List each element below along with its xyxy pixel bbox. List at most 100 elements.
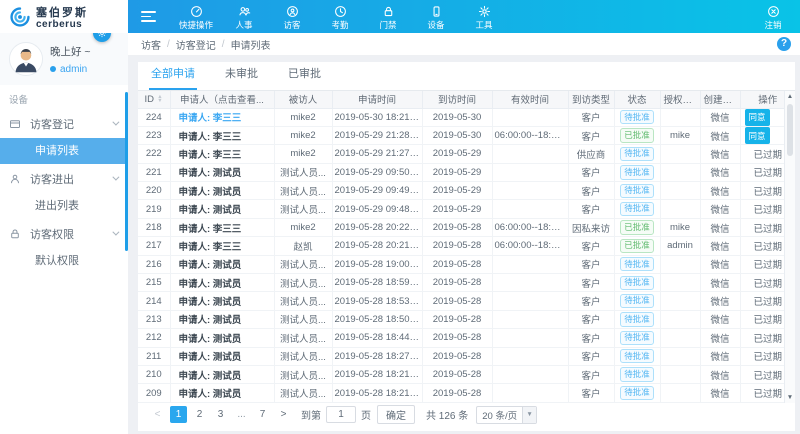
breadcrumb-item-1[interactable]: 访客 [141, 37, 161, 52]
cell-applicant[interactable]: 申请人: 测试员 [170, 274, 274, 292]
sidebar-subitem-申请列表[interactable]: 申请列表 [0, 138, 128, 164]
avatar[interactable] [9, 42, 43, 76]
column-header-8[interactable]: 状态 [614, 91, 660, 108]
cell-apply-time: 2019-05-28 18:50:07 [332, 310, 422, 328]
breadcrumb-item-2[interactable]: 访客登记 [176, 37, 216, 52]
cell-apply-time: 2019-05-28 19:00:12 [332, 255, 422, 273]
prev-page-button[interactable]: < [149, 406, 166, 423]
cell-visitee: mike2 [274, 126, 332, 144]
cell-applicant[interactable]: 申请人: 李三三 [170, 108, 274, 126]
scrollbar-thumb[interactable] [787, 104, 793, 156]
cell-applicant[interactable]: 申请人: 李三三 [170, 218, 274, 236]
nav-item-门禁[interactable]: 门禁 [364, 3, 412, 31]
cell-visit-type: 客户 [568, 255, 614, 273]
cell-status: 已批准 [614, 218, 660, 236]
column-header-6[interactable]: 有效时间 [492, 91, 568, 108]
cell-applicant[interactable]: 申请人: 测试员 [170, 347, 274, 365]
column-header-2[interactable]: 申请人（点击查看... [170, 91, 274, 108]
chevron-down-icon [112, 229, 119, 236]
nav-item-工具[interactable]: 工具 [460, 3, 508, 31]
cell-auth-account [660, 182, 700, 200]
cell-applicant[interactable]: 申请人: 李三三 [170, 237, 274, 255]
cell-visit-time: 2019-05-28 [422, 237, 492, 255]
column-header-3[interactable]: 被访人 [274, 91, 332, 108]
table-row: 224申请人: 李三三mike22019-05-30 18:21:052019-… [138, 108, 795, 126]
page-button-2[interactable]: 2 [191, 406, 208, 423]
sidebar-subitem-进出列表[interactable]: 进出列表 [0, 193, 128, 219]
cell-status: 待批准 [614, 274, 660, 292]
cell-applicant[interactable]: 申请人: 测试员 [170, 310, 274, 328]
tab-全部申请[interactable]: 全部申请 [149, 65, 197, 90]
page-button-7[interactable]: 7 [254, 406, 271, 423]
sort-icon[interactable]: ▲▼ [157, 95, 163, 103]
cell-create-method: 微信 [700, 163, 740, 181]
cell-applicant[interactable]: 申请人: 测试员 [170, 182, 274, 200]
cell-apply-time: 2019-05-28 18:59:08 [332, 274, 422, 292]
sidebar-subitem-默认权限[interactable]: 默认权限 [0, 248, 128, 274]
cell-applicant[interactable]: 申请人: 李三三 [170, 126, 274, 144]
help-icon[interactable]: ? [777, 37, 791, 51]
page-button-1[interactable]: 1 [170, 406, 187, 423]
cell-visitee: 测试人员... [274, 182, 332, 200]
cell-applicant[interactable]: 申请人: 测试员 [170, 200, 274, 218]
brand-name-cn: 塞伯罗斯 [36, 4, 88, 20]
cell-auth-account [660, 108, 700, 126]
cell-id: 221 [138, 163, 170, 181]
next-page-button[interactable]: > [275, 406, 292, 423]
cell-valid-time: 06:00:00--18:00:00 [492, 237, 568, 255]
column-header-9[interactable]: 授权账户 [660, 91, 700, 108]
sidebar-item-访客权限[interactable]: 访客权限 [0, 219, 128, 248]
sidebar-item-访客登记[interactable]: 访客登记 [0, 109, 128, 138]
page-size-select[interactable]: 20 条/页 ▼ [476, 406, 537, 424]
page-button-3[interactable]: 3 [212, 406, 229, 423]
gauge-icon [190, 5, 203, 18]
scroll-down-icon[interactable]: ▼ [785, 394, 795, 401]
clock-icon [334, 5, 347, 18]
column-header-1[interactable]: ID▲▼ [138, 91, 170, 108]
column-header-4[interactable]: 申请时间 [332, 91, 422, 108]
cell-auth-account [660, 274, 700, 292]
expired-label: 已过期 [753, 389, 782, 400]
column-header-7[interactable]: 到访类型 [568, 91, 614, 108]
cell-apply-time: 2019-05-28 20:22:10 [332, 218, 422, 236]
sidebar-item-访客进出[interactable]: 访客进出 [0, 164, 128, 193]
chevron-down-icon: ▼ [522, 407, 536, 423]
nav-item-设备[interactable]: 设备 [412, 3, 460, 31]
tab-bar: 全部申请 未审批 已审批 [138, 62, 795, 91]
status-badge: 待批准 [620, 257, 654, 271]
cell-applicant[interactable]: 申请人: 测试员 [170, 292, 274, 310]
tab-已审批[interactable]: 已审批 [286, 65, 323, 90]
nav-item-人事[interactable]: 人事 [220, 3, 268, 31]
cell-applicant[interactable]: 申请人: 测试员 [170, 329, 274, 347]
cell-applicant[interactable]: 申请人: 测试员 [170, 163, 274, 181]
approve-button[interactable]: 同意 [745, 109, 770, 126]
tab-未审批[interactable]: 未审批 [223, 65, 260, 90]
cell-visitee: 测试人员... [274, 310, 332, 328]
sidebar-toggle-icon[interactable] [141, 11, 156, 22]
column-header-5[interactable]: 到访时间 [422, 91, 492, 108]
table-scrollbar[interactable]: ▲ ▼ [784, 91, 795, 403]
logout-button[interactable]: 注销 [753, 3, 793, 31]
cell-applicant[interactable]: 申请人: 测试员 [170, 365, 274, 383]
sidebar-scrollbar[interactable] [125, 92, 128, 251]
column-header-10[interactable]: 创建方式 [700, 91, 740, 108]
cell-create-method: 微信 [700, 347, 740, 365]
cell-id: 215 [138, 274, 170, 292]
cell-applicant[interactable]: 申请人: 李三三 [170, 145, 274, 163]
current-user[interactable]: admin [50, 64, 91, 75]
cell-applicant[interactable]: 申请人: 测试员 [170, 255, 274, 273]
nav-item-访客[interactable]: 访客 [268, 3, 316, 31]
approve-button[interactable]: 同意 [745, 127, 770, 144]
cell-visit-type: 客户 [568, 163, 614, 181]
nav-item-考勤[interactable]: 考勤 [316, 3, 364, 31]
cell-status: 待批准 [614, 329, 660, 347]
sidebar: 晚上好 ~ admin 设备 访客登记申请列表访客进出进出列表访客权限默认权限 [0, 33, 128, 434]
cell-applicant[interactable]: 申请人: 测试员 [170, 384, 274, 402]
status-badge: 待批准 [620, 294, 654, 308]
jump-page-input[interactable] [326, 406, 356, 423]
cell-visit-type: 因私来访 [568, 218, 614, 236]
scroll-up-icon[interactable]: ▲ [785, 93, 795, 100]
confirm-button[interactable]: 确定 [377, 405, 415, 424]
nav-item-快捷操作[interactable]: 快捷操作 [172, 3, 220, 31]
cell-valid-time [492, 347, 568, 365]
